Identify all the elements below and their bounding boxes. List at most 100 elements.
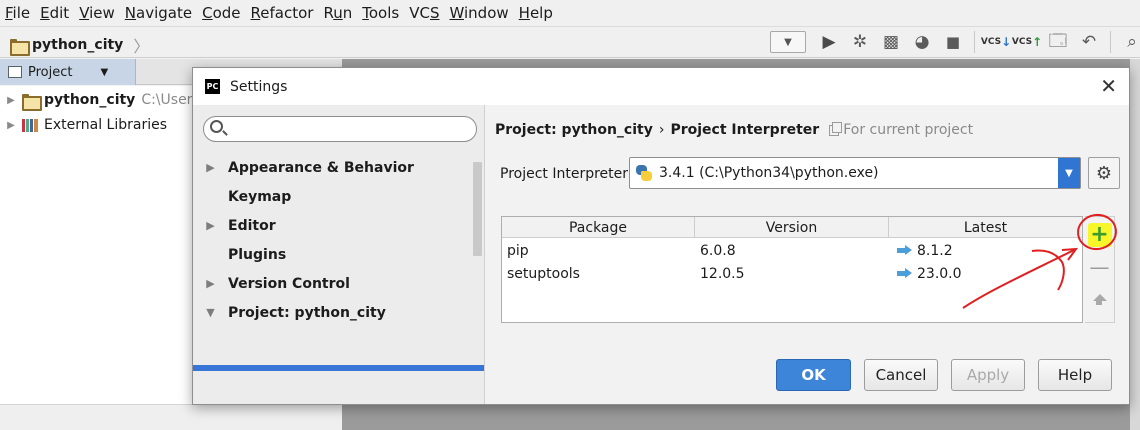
table-row[interactable]: setuptools 12.0.5 23.0.0 [502,262,1082,285]
coverage-icon[interactable]: ▩ [877,29,905,55]
menu-navigate[interactable]: Navigate [120,4,197,22]
table-header: Package Version Latest [502,217,1082,238]
table-row[interactable]: pip 6.0.8 8.1.2 [502,239,1082,262]
breadcrumb-page: Project Interpreter [670,122,820,138]
nav-item-label: Version Control [228,275,350,292]
menu-window[interactable]: Window [444,4,513,22]
packages-table: Package Version Latest pip 6.0.8 8.1.2 s… [501,216,1083,323]
folder-icon [22,93,42,111]
apply-button[interactable]: Apply [951,359,1025,391]
settings-search-input[interactable] [203,116,477,142]
settings-content-pane: Project: python_city › Project Interpret… [486,105,1129,335]
nav-keymap[interactable]: Keymap [193,182,485,211]
upgrade-arrow-icon [897,268,912,278]
cancel-button[interactable]: Cancel [864,359,938,391]
library-icon [22,118,38,132]
package-latest: 8.1.2 [889,243,1082,259]
nav-selected-item[interactable] [193,365,484,371]
menu-view[interactable]: View [74,4,120,22]
menu-run[interactable]: Run [318,4,357,22]
nav-project-python-city[interactable]: ▼ Project: python_city [193,298,485,327]
debug-icon[interactable]: ✲ [846,29,874,55]
nav-appearance-behavior[interactable]: ▶ Appearance & Behavior [193,153,485,182]
menu-refactor[interactable]: Refactor [246,4,319,22]
nav-item-label: Keymap [228,188,292,205]
collapse-arrow-icon[interactable]: ▼ [193,306,228,319]
profile-icon[interactable]: ◕ [908,29,936,55]
vcs-update-icon[interactable]: VCS ↓ [981,29,1011,55]
add-package-button[interactable]: + [1085,221,1114,249]
settings-dialog: PC Settings ✕ ▶ Appearance & Behavior Ke… [192,67,1130,405]
package-name: setuptools [507,265,580,282]
expand-arrow-icon[interactable]: ▶ [0,120,22,131]
tree-item-external-libraries[interactable]: ▶ External Libraries [0,113,167,137]
scope-hint: For current project [829,121,973,138]
search-icon [210,120,223,133]
project-tab-label: Project [28,64,73,80]
help-button[interactable]: Help [1038,359,1112,391]
menu-vcs[interactable]: VCS [404,4,444,22]
breadcrumb-project: Project: python_city [495,122,653,138]
nav-item-label: Project: python_city [228,304,386,321]
nav-editor[interactable]: ▶ Editor [193,211,485,240]
latest-version: 23.0.0 [917,265,962,282]
ok-button[interactable]: OK [776,359,851,391]
vcs-history-icon[interactable]: 🗔 [1044,29,1072,55]
column-header-package[interactable]: Package [502,217,695,238]
upgrade-package-button[interactable] [1085,283,1114,311]
upgrade-arrow-icon [897,245,912,255]
chevron-down-icon[interactable]: ▼ [1058,158,1080,188]
nav-item-label: Editor [228,217,276,234]
vcs-commit-icon[interactable]: VCS ↑ [1012,29,1042,55]
tree-item-python-city[interactable]: ▶ python_city C:\Users [0,88,200,112]
main-toolbar: ▼ ▶ ✲ ▩ ◕ ■ VCS ↓ VCS ↑ 🗔 ↶ ⌕ [770,29,1140,55]
navigation-bar: python_city 〉 ▼ ▶ ✲ ▩ ◕ ■ VCS ↓ VCS ↑ 🗔 ↶ … [0,26,1140,58]
menu-code[interactable]: Code [197,4,245,22]
expand-arrow-icon[interactable]: ▶ [0,95,22,106]
python-icon [636,165,652,181]
menu-edit[interactable]: Edit [35,4,74,22]
settings-nav-pane: ▶ Appearance & Behavior Keymap ▶ Editor … [193,105,485,404]
close-icon[interactable]: ✕ [1100,76,1117,96]
run-config-dropdown[interactable]: ▼ [770,31,806,53]
search-everywhere-icon[interactable]: ⌕ [1118,29,1140,55]
column-header-latest[interactable]: Latest [889,217,1082,238]
latest-version: 8.1.2 [917,242,953,259]
dialog-buttons: OK Cancel Apply Help [776,359,1112,391]
project-view-selector[interactable]: Project ▼ [0,59,136,85]
revert-icon[interactable]: ↶ [1075,29,1103,55]
editor-scrollbar [1130,59,1140,430]
plus-icon: + [1087,223,1112,247]
bottom-tool-strip [0,404,342,430]
dialog-title-bar: PC Settings ✕ [193,68,1129,105]
dialog-title: Settings [230,78,288,95]
interpreter-label: Project Interpreter: [500,166,633,182]
nav-plugins[interactable]: Plugins [193,240,485,269]
toolbar-separator [1110,31,1111,53]
run-icon[interactable]: ▶ [815,29,843,55]
menu-file[interactable]: File [0,4,35,22]
folder-icon [10,38,30,56]
arrow-up-stem [1096,299,1102,305]
project-name: python_city [32,37,124,53]
nav-scrollbar[interactable] [473,162,482,256]
nav-version-control[interactable]: ▶ Version Control [193,269,485,298]
menu-tools[interactable]: Tools [357,4,404,22]
tree-item-label: python_city [44,92,136,108]
project-breadcrumb[interactable]: python_city 〉 [10,33,149,57]
stop-icon[interactable]: ■ [939,29,967,55]
expand-arrow-icon[interactable]: ▶ [193,277,228,290]
package-version: 12.0.5 [700,265,745,282]
copy-icon [829,121,843,136]
package-version: 6.0.8 [700,242,736,259]
gear-icon[interactable]: ⚙ [1088,157,1120,189]
settings-breadcrumb: Project: python_city › Project Interpret… [495,121,973,138]
menu-bar: File Edit View Navigate Code Refactor Ru… [0,0,1140,26]
column-header-version[interactable]: Version [695,217,889,238]
expand-arrow-icon[interactable]: ▶ [193,219,228,232]
remove-package-button[interactable]: — [1085,253,1114,281]
interpreter-select[interactable]: 3.4.1 (C:\Python34\python.exe) ▼ [629,157,1081,189]
expand-arrow-icon[interactable]: ▶ [193,161,228,174]
menu-help[interactable]: Help [514,4,558,22]
project-icon [8,66,22,78]
